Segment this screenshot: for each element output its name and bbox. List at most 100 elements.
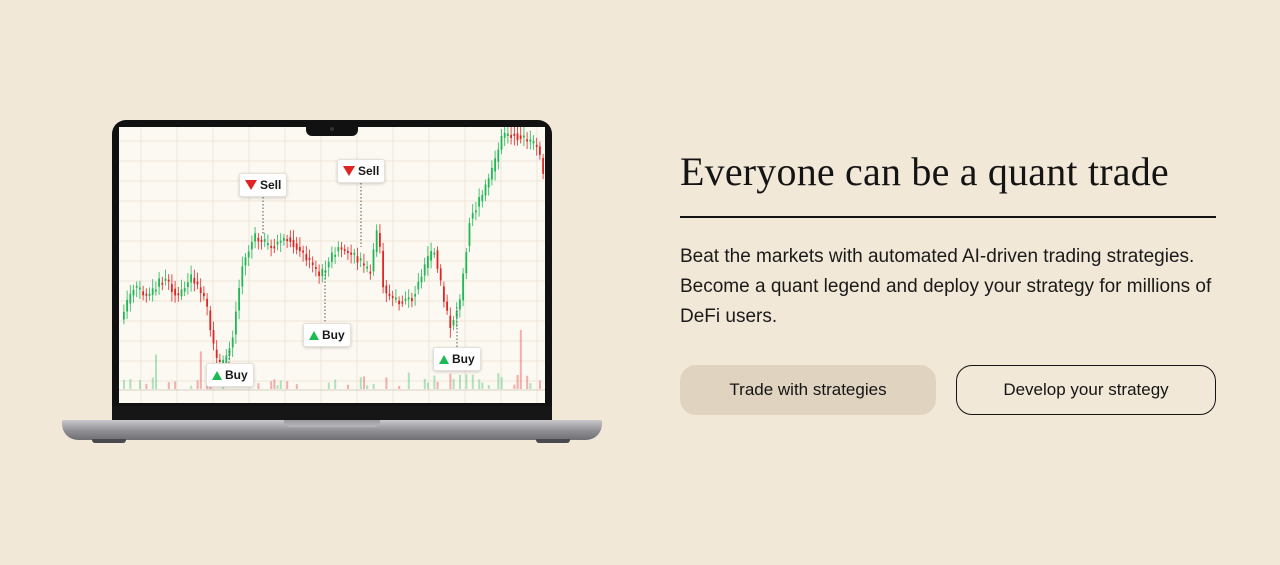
volume-bar bbox=[449, 373, 452, 389]
candlestick-chart bbox=[119, 127, 545, 403]
candle-body bbox=[308, 257, 311, 260]
volume-bar bbox=[513, 384, 516, 389]
candle-body bbox=[465, 252, 468, 274]
volume-bar bbox=[167, 382, 170, 389]
candle-body bbox=[494, 158, 496, 172]
candle-body bbox=[401, 301, 404, 304]
volume-bar bbox=[286, 381, 289, 389]
candle-body bbox=[542, 158, 544, 174]
candle-body bbox=[350, 252, 352, 255]
candle-body bbox=[481, 194, 484, 202]
volume-bar bbox=[481, 382, 484, 389]
candle-body bbox=[398, 300, 400, 305]
volume-bar bbox=[199, 351, 202, 389]
candle-body bbox=[433, 252, 436, 255]
candle-body bbox=[212, 330, 215, 344]
volume-bar bbox=[273, 379, 276, 389]
volume-bar bbox=[500, 377, 503, 389]
candle-body bbox=[155, 289, 157, 292]
candle-body bbox=[215, 349, 218, 358]
candle-body bbox=[260, 239, 263, 242]
candle-body bbox=[190, 274, 192, 283]
candle-body bbox=[436, 250, 439, 269]
candle-body bbox=[286, 239, 288, 242]
candle-body bbox=[231, 337, 234, 348]
title-divider bbox=[680, 216, 1216, 218]
volume-bar bbox=[385, 377, 388, 389]
candle-body bbox=[439, 268, 442, 281]
candle-body bbox=[417, 281, 420, 290]
volume-bar bbox=[334, 379, 337, 389]
candle-body bbox=[452, 320, 455, 326]
volume-bar bbox=[372, 383, 375, 389]
volume-bar bbox=[363, 376, 365, 389]
trade-with-strategies-button[interactable]: Trade with strategies bbox=[680, 365, 936, 415]
develop-your-strategy-button[interactable]: Develop your strategy bbox=[956, 365, 1216, 415]
candle-body bbox=[539, 146, 541, 155]
candle-body bbox=[171, 284, 173, 293]
candle-body bbox=[359, 258, 362, 261]
sell-marker-label: Sell bbox=[260, 178, 282, 192]
candle-body bbox=[500, 135, 503, 150]
candle-body bbox=[529, 139, 532, 142]
camera-icon bbox=[330, 127, 334, 131]
candle-body bbox=[209, 310, 212, 331]
laptop-chin bbox=[112, 406, 552, 420]
candle-body bbox=[523, 135, 525, 138]
sell-marker-label: Sell bbox=[358, 164, 380, 178]
candle-body bbox=[263, 239, 266, 242]
candle-body bbox=[132, 289, 135, 296]
candle-body bbox=[353, 252, 356, 255]
volume-bar bbox=[145, 383, 148, 389]
candle-body bbox=[526, 139, 528, 142]
candle-body bbox=[206, 298, 208, 307]
candle-body bbox=[372, 249, 375, 272]
candle-body bbox=[135, 285, 138, 288]
candle-body bbox=[475, 210, 477, 213]
hero-description: Beat the markets with automated AI-drive… bbox=[680, 246, 1212, 327]
candle-body bbox=[199, 287, 202, 294]
candle-body bbox=[174, 288, 176, 296]
candle-body bbox=[318, 271, 320, 277]
candle-body bbox=[238, 287, 240, 311]
candle-body bbox=[535, 144, 538, 147]
candle-body bbox=[507, 133, 509, 136]
candle-body bbox=[257, 237, 260, 242]
laptop-base bbox=[62, 420, 602, 440]
volume-bar bbox=[526, 375, 529, 389]
candle-body bbox=[167, 279, 170, 282]
volume-bar bbox=[423, 378, 426, 389]
volume-bar bbox=[497, 373, 500, 389]
candle-body bbox=[516, 133, 519, 141]
volume-bar bbox=[516, 374, 519, 389]
volume-bar bbox=[529, 383, 532, 389]
laptop-foot bbox=[536, 439, 570, 443]
hero-section: Sell Sell Buy Buy Buy Everyone can be a … bbox=[0, 0, 1280, 565]
volume-bar bbox=[327, 382, 330, 389]
volume-bar bbox=[452, 378, 455, 389]
candle-body bbox=[177, 293, 180, 296]
candle-body bbox=[395, 297, 397, 300]
candle-body bbox=[462, 273, 464, 301]
candle-body bbox=[382, 250, 384, 288]
candle-body bbox=[430, 250, 432, 261]
candle-body bbox=[158, 278, 160, 287]
candle-body bbox=[148, 293, 151, 296]
buy-arrow-icon bbox=[212, 370, 222, 380]
volume-bar bbox=[478, 379, 481, 389]
candle-body bbox=[446, 301, 448, 311]
candle-body bbox=[420, 276, 423, 283]
volume-bar bbox=[270, 381, 273, 389]
volume-bar bbox=[174, 381, 177, 389]
candle-body bbox=[311, 262, 314, 266]
candle-body bbox=[366, 266, 368, 269]
laptop-foot bbox=[92, 439, 126, 443]
candle-body bbox=[510, 134, 512, 138]
candle-body bbox=[340, 247, 343, 250]
volume-bar bbox=[276, 385, 279, 389]
volume-bar bbox=[427, 382, 429, 389]
candle-body bbox=[484, 184, 487, 196]
candle-body bbox=[363, 263, 365, 266]
candle-body bbox=[407, 297, 410, 300]
candle-body bbox=[347, 250, 349, 253]
